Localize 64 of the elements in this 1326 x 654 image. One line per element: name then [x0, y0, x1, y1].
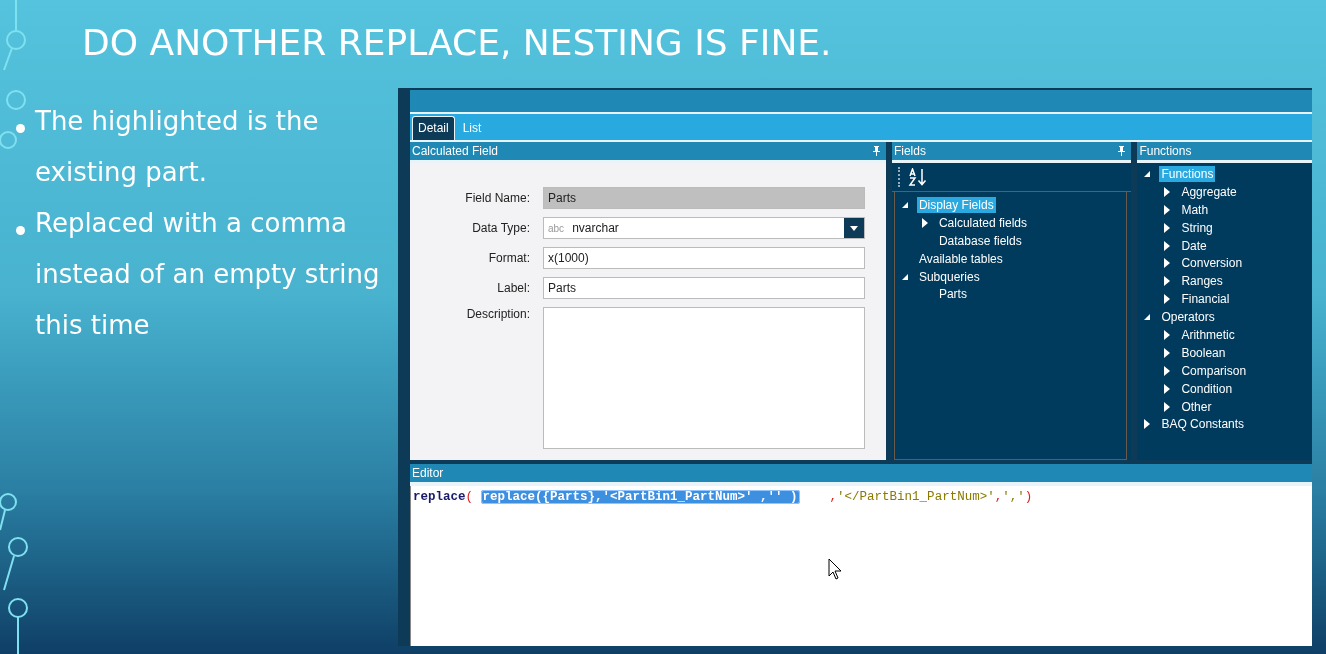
collapsed-arrow-icon[interactable]	[1163, 186, 1172, 197]
caret-icon	[850, 225, 858, 231]
tree-item[interactable]: Financial	[1179, 291, 1232, 308]
field-label: Label:	[496, 281, 530, 295]
collapsed-arrow-icon[interactable]	[1163, 383, 1172, 394]
tree-item[interactable]: Arithmetic	[1179, 326, 1237, 343]
tree-item[interactable]: Parts	[936, 286, 969, 303]
collapsed-arrow-icon[interactable]	[1163, 329, 1172, 340]
expanded-arrow-icon[interactable]	[900, 272, 909, 281]
collapsed-arrow-icon[interactable]	[920, 217, 929, 228]
bullet-dot	[16, 226, 25, 235]
tree-item[interactable]: BAQ Constants	[1159, 416, 1247, 433]
tree-item[interactable]: Other	[1179, 398, 1214, 415]
field-name-input[interactable]: Parts	[543, 187, 865, 209]
tree-item[interactable]: String	[1179, 219, 1215, 236]
collapsed-arrow-icon[interactable]	[1163, 401, 1172, 412]
tree-item[interactable]: Conversion	[1179, 255, 1245, 272]
expanded-arrow-icon[interactable]	[1143, 313, 1152, 322]
collapsed-arrow-icon[interactable]	[1163, 294, 1172, 305]
mouse-pointer-icon	[828, 558, 842, 580]
panel-title: Functions	[1139, 144, 1192, 158]
expanded-arrow-icon[interactable]	[1143, 169, 1152, 178]
tab[interactable]: Detail	[412, 116, 455, 140]
collapsed-arrow-icon[interactable]	[1163, 222, 1172, 233]
tree-item[interactable]: Comparison	[1179, 362, 1249, 379]
expanded-arrow-icon[interactable]	[900, 200, 909, 209]
collapsed-arrow-icon[interactable]	[1163, 365, 1172, 376]
input-field[interactable]: x(1000)	[543, 247, 865, 269]
tree-item[interactable]: Available tables	[916, 250, 1005, 267]
code-editor[interactable]: replace( replace({Parts},'<PartBin1_PartNum>' ,'' ) ,'</PartBin1_PartNum>',',')	[410, 486, 1312, 646]
field-label: Format:	[487, 251, 530, 265]
collapsed-arrow-icon[interactable]	[1143, 419, 1152, 430]
tree-item[interactable]: Math	[1179, 201, 1211, 218]
panel-title: Fields	[893, 144, 926, 158]
tree-item[interactable]: Operators	[1159, 309, 1217, 326]
bullet-dot	[16, 124, 25, 133]
dropdown-button[interactable]	[844, 218, 864, 238]
pin-icon[interactable]	[872, 146, 880, 156]
tree-item[interactable]: Boolean	[1179, 344, 1228, 361]
field-label: Field Name:	[464, 191, 530, 205]
tree-item[interactable]: Database fields	[936, 232, 1024, 249]
slide-title: DO ANOTHER REPLACE, NESTING IS FINE.	[81, 21, 832, 65]
tree-item[interactable]: Date	[1179, 237, 1209, 254]
field-label: Data Type:	[471, 221, 530, 235]
collapsed-arrow-icon[interactable]	[1163, 258, 1172, 269]
field-label: Description:	[465, 307, 530, 321]
pin-icon[interactable]	[1118, 146, 1126, 156]
tree-item[interactable]: Ranges	[1179, 273, 1225, 290]
bullet-text: The highlighted is the existing part.	[35, 105, 320, 189]
tree-item[interactable]: Subqueries	[916, 268, 982, 285]
panel-title: Calculated Field	[412, 144, 499, 158]
collapsed-arrow-icon[interactable]	[1163, 240, 1172, 251]
collapsed-arrow-icon[interactable]	[1163, 347, 1172, 358]
panel-title: Editor	[412, 466, 444, 480]
collapsed-arrow-icon[interactable]	[1163, 204, 1172, 215]
type-hint: abc	[548, 222, 565, 234]
data-type-dropdown[interactable]: abc nvarchar	[543, 217, 865, 239]
tree-item[interactable]: Condition	[1179, 380, 1235, 397]
tree-item[interactable]: Calculated fields	[936, 214, 1029, 231]
tree-item[interactable]: Aggregate	[1179, 183, 1239, 200]
collapsed-arrow-icon[interactable]	[1163, 276, 1172, 287]
bullet-text: Replaced with a comma instead of an empty string this time	[35, 207, 380, 342]
sort-icon[interactable]	[907, 168, 928, 186]
input-field[interactable]: Parts	[543, 277, 865, 299]
